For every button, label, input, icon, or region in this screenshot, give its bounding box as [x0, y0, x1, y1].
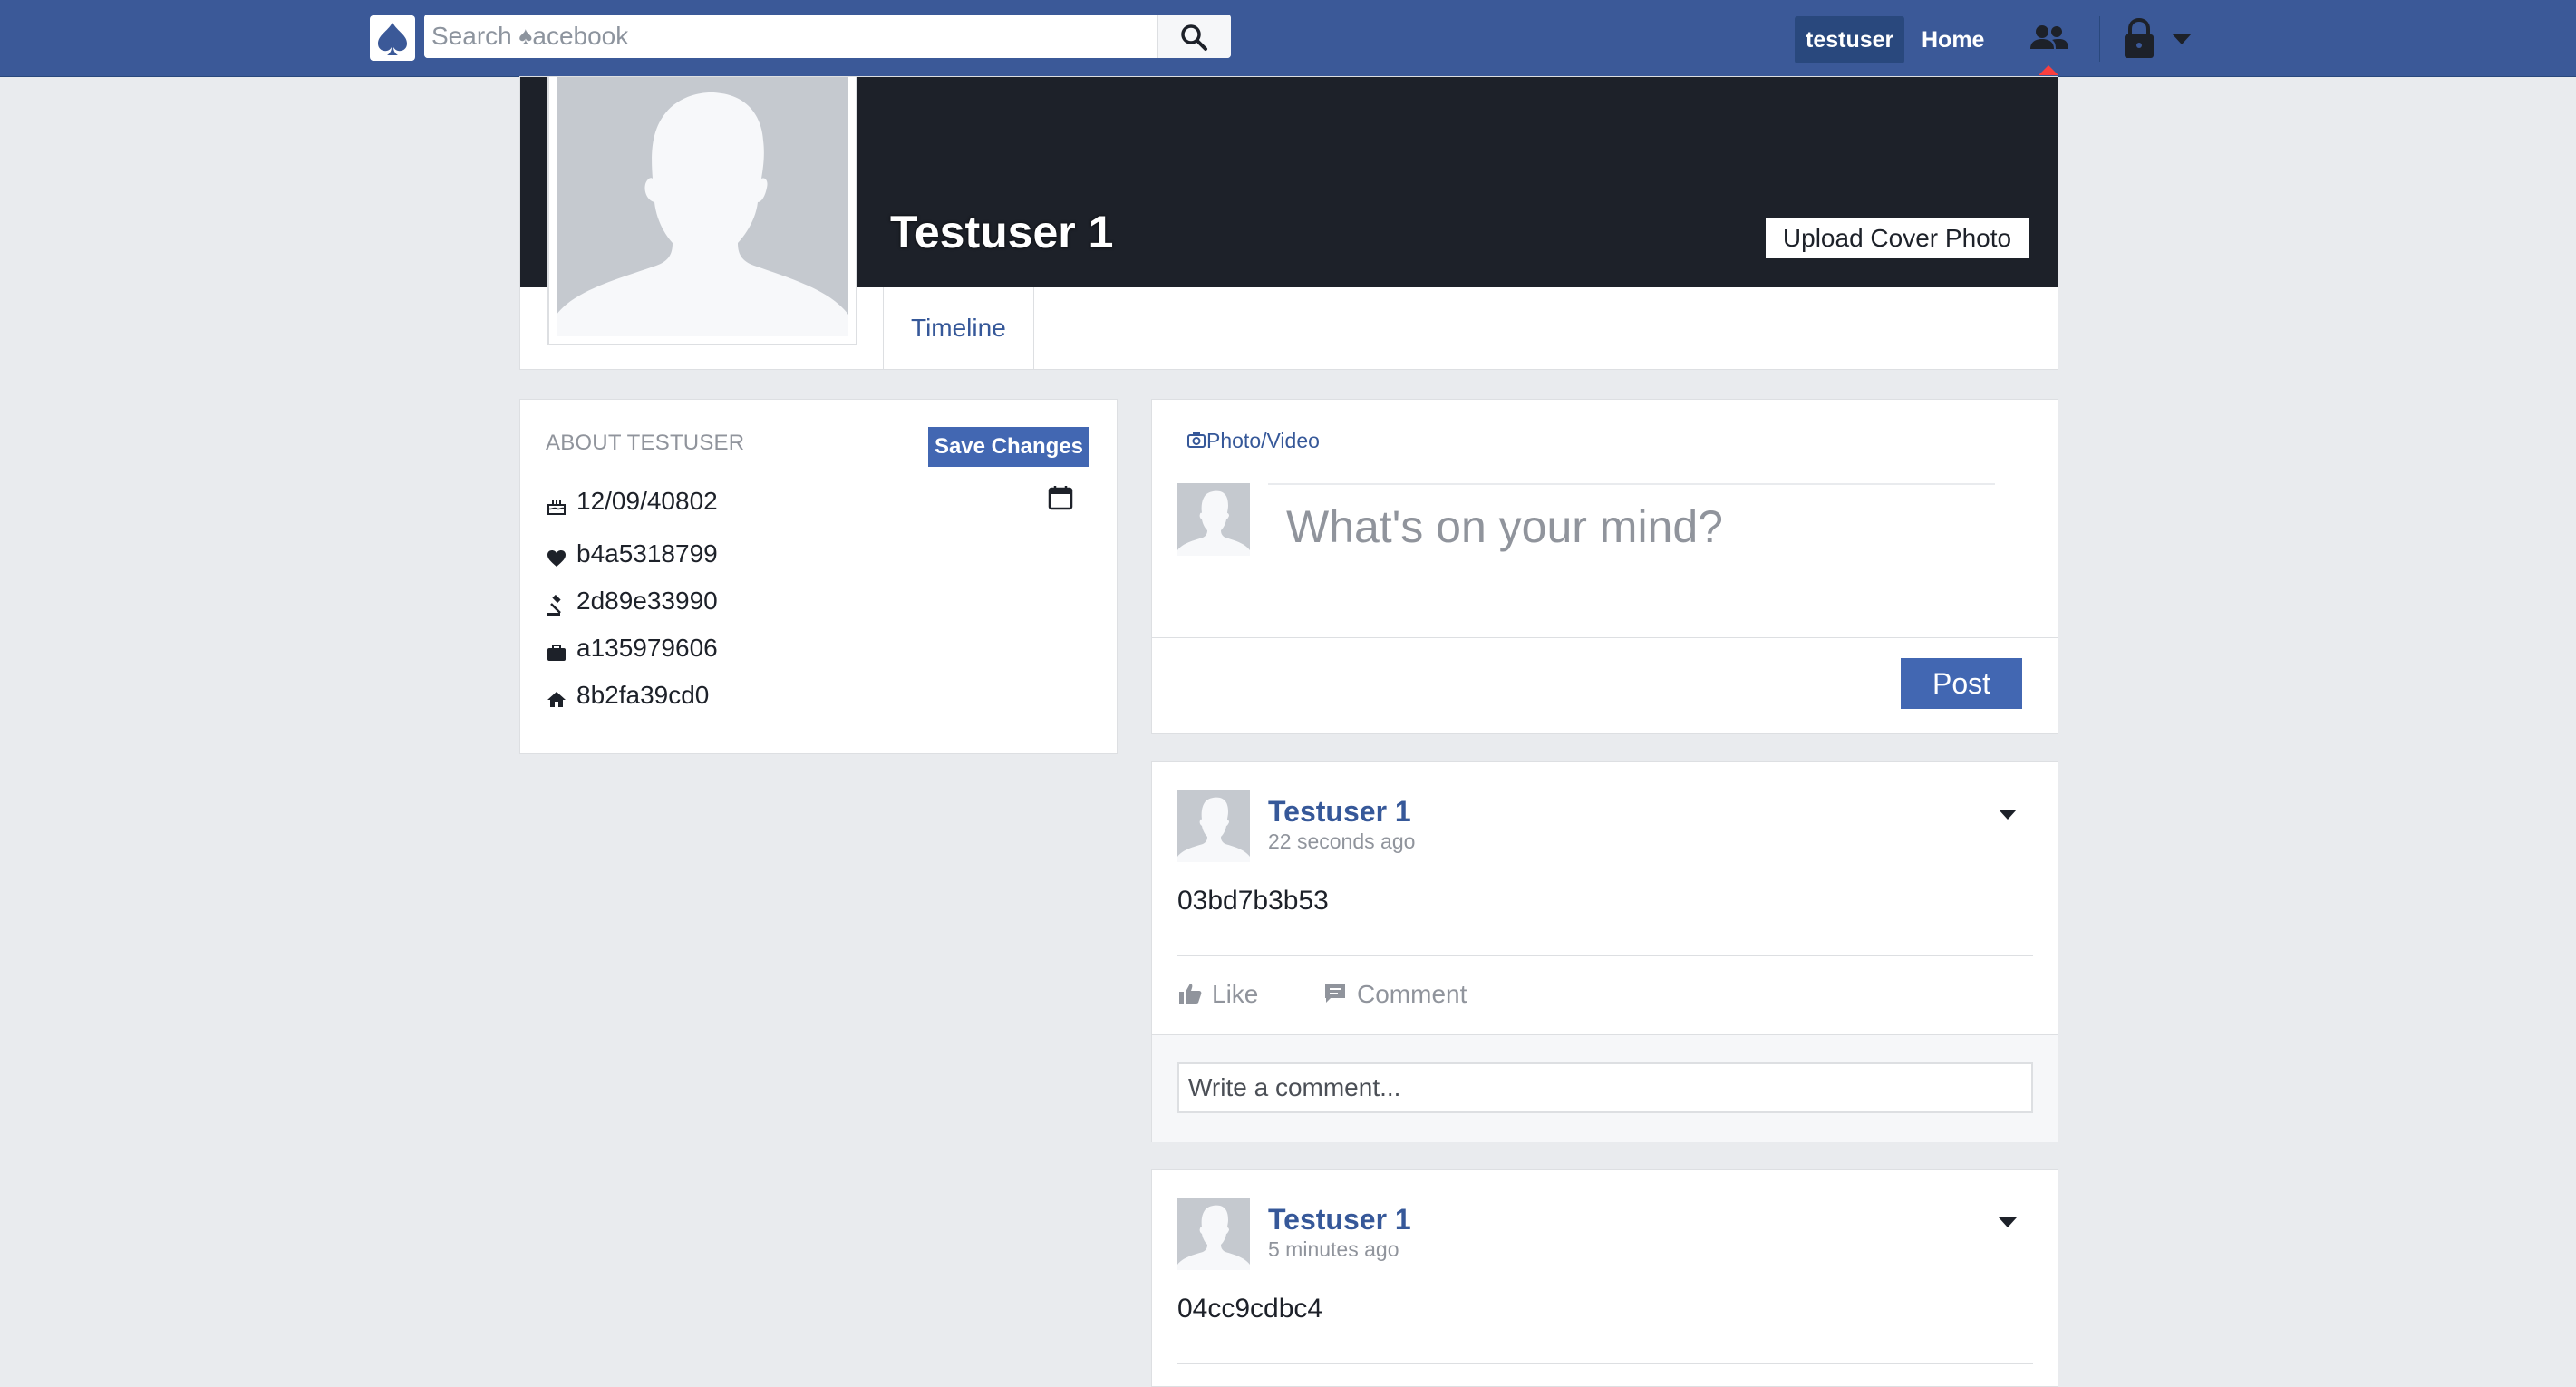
about-work: a135979606: [546, 630, 718, 666]
default-avatar-silhouette-icon: [1177, 797, 1250, 862]
post-divider: [1177, 955, 2033, 956]
profile-header: Testuser 1 Upload Cover Photo Timeline: [519, 76, 2058, 370]
avatar[interactable]: [1177, 1198, 1250, 1270]
photo-video-button[interactable]: Photo/Video: [1186, 429, 1320, 453]
nav-home-link[interactable]: Home: [1911, 16, 1995, 63]
post-author-link[interactable]: Testuser 1: [1268, 795, 1411, 829]
post-button[interactable]: Post: [1901, 658, 2022, 709]
lock-icon: [2125, 17, 2154, 58]
about-education: 2d89e33990: [546, 583, 718, 619]
composer-divider: [1268, 483, 1995, 485]
briefcase-icon: [546, 637, 571, 663]
upload-cover-photo-button[interactable]: Upload Cover Photo: [1764, 217, 2030, 260]
post-composer: Photo/Video Post: [1151, 399, 2058, 734]
post-content: 04cc9cdbc4: [1177, 1294, 1323, 1324]
about-home: 8b2fa39cd0: [546, 677, 709, 713]
calendar-icon[interactable]: [1046, 483, 1075, 512]
comment-button[interactable]: Comment: [1322, 980, 1467, 1009]
post-timestamp[interactable]: 22 seconds ago: [1268, 829, 1415, 854]
feed-post: Testuser 1 22 seconds ago 03bd7b3b53 Lik…: [1151, 761, 2058, 1142]
comment-input[interactable]: [1177, 1062, 2033, 1113]
like-label: Like: [1212, 980, 1259, 1008]
profile-picture[interactable]: [547, 77, 857, 345]
thumbs-up-icon: [1179, 984, 1202, 1004]
default-avatar-silhouette-icon: [1177, 490, 1250, 556]
avatar: [557, 77, 848, 336]
about-work-value: a135979606: [576, 634, 718, 662]
about-education-value: 2d89e33990: [576, 587, 718, 615]
about-birthday-value: 12/09/40802: [576, 487, 718, 515]
profile-name: Testuser 1: [890, 207, 1114, 257]
profile-tabs: Timeline: [883, 287, 1034, 369]
photo-video-label: Photo/Video: [1206, 429, 1320, 452]
spade-logo-icon[interactable]: [370, 15, 415, 61]
about-home-value: 8b2fa39cd0: [576, 681, 710, 709]
about-relationship: b4a5318799: [546, 536, 718, 572]
friends-icon: [2030, 25, 2068, 49]
post-author-link[interactable]: Testuser 1: [1268, 1203, 1411, 1237]
post-options-chevron-down-icon[interactable]: [1999, 810, 2017, 820]
camera-icon: [1187, 432, 1206, 448]
comment-label: Comment: [1357, 980, 1467, 1008]
friend-requests-button[interactable]: [2027, 16, 2072, 62]
about-birthday[interactable]: 12/09/40802: [546, 483, 718, 519]
account-menu-chevron-down-icon[interactable]: [2172, 34, 2192, 44]
like-button[interactable]: Like: [1177, 980, 1258, 1009]
default-avatar-silhouette-icon: [557, 92, 848, 336]
about-title: ABOUT TESTUSER: [546, 431, 745, 455]
search-icon: [1181, 24, 1207, 51]
tab-timeline[interactable]: Timeline: [884, 287, 1033, 369]
search-button[interactable]: [1157, 15, 1231, 58]
privacy-shortcuts-button[interactable]: [2119, 16, 2159, 62]
comment-section: [1152, 1034, 2058, 1142]
default-avatar-silhouette-icon: [1177, 1205, 1250, 1270]
status-input[interactable]: [1284, 494, 1995, 559]
post-divider: [1177, 1363, 2033, 1364]
avatar: [1177, 483, 1250, 556]
search-input[interactable]: [424, 15, 1157, 58]
nav-divider: [2099, 16, 2100, 62]
post-content: 03bd7b3b53: [1177, 886, 1329, 916]
top-navigation-bar: testuser Home: [0, 0, 2576, 77]
notification-indicator: [2039, 65, 2058, 75]
composer-footer: Post: [1152, 637, 2058, 734]
cake-icon: [546, 490, 571, 516]
save-changes-button[interactable]: Save Changes: [928, 427, 1089, 467]
feed-post: Testuser 1 5 minutes ago 04cc9cdbc4: [1151, 1169, 2058, 1387]
gavel-icon: [546, 590, 571, 616]
post-timestamp[interactable]: 5 minutes ago: [1268, 1237, 1399, 1262]
about-panel: ABOUT TESTUSER Save Changes 12/09/40802 …: [519, 399, 1118, 754]
avatar[interactable]: [1177, 790, 1250, 862]
comment-icon: [1325, 984, 1345, 1003]
nav-profile-link[interactable]: testuser: [1795, 16, 1905, 63]
heart-icon: [546, 543, 571, 568]
home-icon: [546, 684, 571, 710]
search-box: [424, 15, 1231, 58]
post-options-chevron-down-icon[interactable]: [1999, 1217, 2017, 1227]
about-relationship-value: b4a5318799: [576, 539, 718, 567]
